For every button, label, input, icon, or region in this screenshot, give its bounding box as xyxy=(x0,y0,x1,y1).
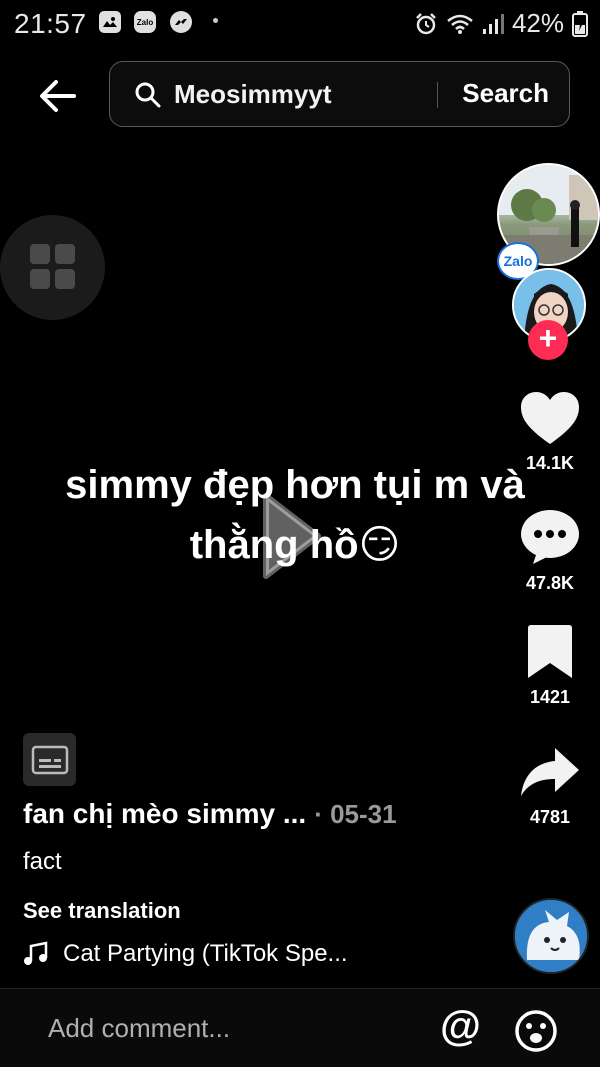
add-comment-input[interactable]: Add comment... xyxy=(48,1013,230,1044)
zalo-notification-icon: Zalo xyxy=(134,11,156,33)
emoji-icon[interactable] xyxy=(514,1009,558,1053)
comment-bar: Add comment... @ xyxy=(0,988,600,1067)
search-input[interactable]: Meosimmyyt xyxy=(174,79,332,110)
grid-icon-cell xyxy=(30,269,50,289)
comment-button[interactable]: 47.8K xyxy=(510,508,590,594)
mention-button[interactable]: @ xyxy=(440,1005,481,1047)
battery-charging-icon xyxy=(572,10,588,37)
back-button[interactable] xyxy=(34,72,82,120)
alarm-icon xyxy=(416,12,436,34)
status-time: 21:57 xyxy=(14,8,87,39)
share-arrow-icon xyxy=(521,748,579,796)
bookmark-button[interactable]: 1421 xyxy=(510,624,590,708)
like-count: 14.1K xyxy=(525,453,575,473)
search-bar[interactable]: Meosimmyyt Search xyxy=(109,61,570,127)
more-notifications-dot-icon xyxy=(213,18,218,23)
grid-icon-cell xyxy=(55,269,75,289)
author-line[interactable]: fan chị mèo simmy ... · 05-31 xyxy=(23,798,397,830)
search-divider xyxy=(437,82,438,108)
follow-button[interactable]: + xyxy=(528,320,568,360)
sound-link[interactable]: Cat Partying (TikTok Spe... xyxy=(23,940,348,968)
messenger-notification-icon xyxy=(170,11,192,33)
captions-toggle-button[interactable] xyxy=(23,733,76,786)
share-button[interactable]: 4781 xyxy=(510,746,590,828)
wifi-icon xyxy=(447,14,473,34)
cat-disc-image xyxy=(515,900,587,972)
post-description: fact xyxy=(23,848,62,875)
grid-icon xyxy=(30,244,50,264)
subtitles-icon xyxy=(31,745,68,774)
play-icon[interactable] xyxy=(262,492,322,580)
status-bar: 21:57 Zalo 42% xyxy=(0,0,600,48)
share-count: 4781 xyxy=(529,807,571,827)
heart-icon xyxy=(521,392,579,444)
bookmark-icon xyxy=(528,625,572,678)
grid-view-button[interactable] xyxy=(0,215,105,320)
gallery-notification-icon xyxy=(99,11,121,33)
see-translation-link[interactable]: See translation xyxy=(23,898,181,924)
back-arrow-icon xyxy=(40,80,76,112)
bookmark-count: 1421 xyxy=(529,687,571,707)
post-date: · 05-31 xyxy=(314,799,397,829)
battery-percentage: 42% xyxy=(511,8,564,38)
comment-count: 47.8K xyxy=(525,573,575,593)
signal-icon xyxy=(482,13,504,34)
music-disc[interactable] xyxy=(513,898,589,974)
music-note-icon xyxy=(24,941,48,965)
author-name[interactable]: fan chị mèo simmy ... xyxy=(23,798,306,829)
search-icon xyxy=(135,82,161,108)
comment-bubble-icon xyxy=(521,510,579,564)
search-button[interactable]: Search xyxy=(462,78,549,109)
status-right-group: 42% xyxy=(414,8,588,39)
like-button[interactable]: 14.1K xyxy=(510,390,590,474)
grid-icon-cell xyxy=(55,244,75,264)
sound-title[interactable]: Cat Partying (TikTok Spe... xyxy=(63,940,348,968)
